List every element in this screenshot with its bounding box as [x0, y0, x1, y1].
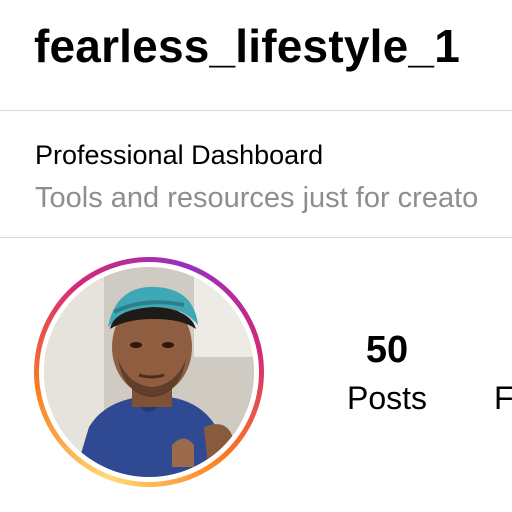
dashboard-subtitle: Tools and resources just for creato [35, 182, 479, 214]
avatar-frame [39, 262, 259, 482]
followers-stat-partial[interactable]: F [494, 378, 512, 418]
story-ring[interactable] [34, 257, 264, 487]
avatar[interactable] [44, 267, 254, 477]
profile-header: fearless_lifestyle_1 [0, 0, 512, 110]
posts-label: Posts [346, 380, 428, 416]
professional-dashboard-row[interactable] [0, 111, 512, 237]
posts-stat[interactable]: 50 Posts [337, 326, 437, 418]
posts-count: 50 [365, 329, 409, 371]
username-title[interactable]: fearless_lifestyle_1 [34, 18, 460, 74]
profile-photo-icon [44, 267, 254, 477]
dashboard-title: Professional Dashboard [35, 140, 324, 170]
dashboard-divider [0, 237, 512, 238]
